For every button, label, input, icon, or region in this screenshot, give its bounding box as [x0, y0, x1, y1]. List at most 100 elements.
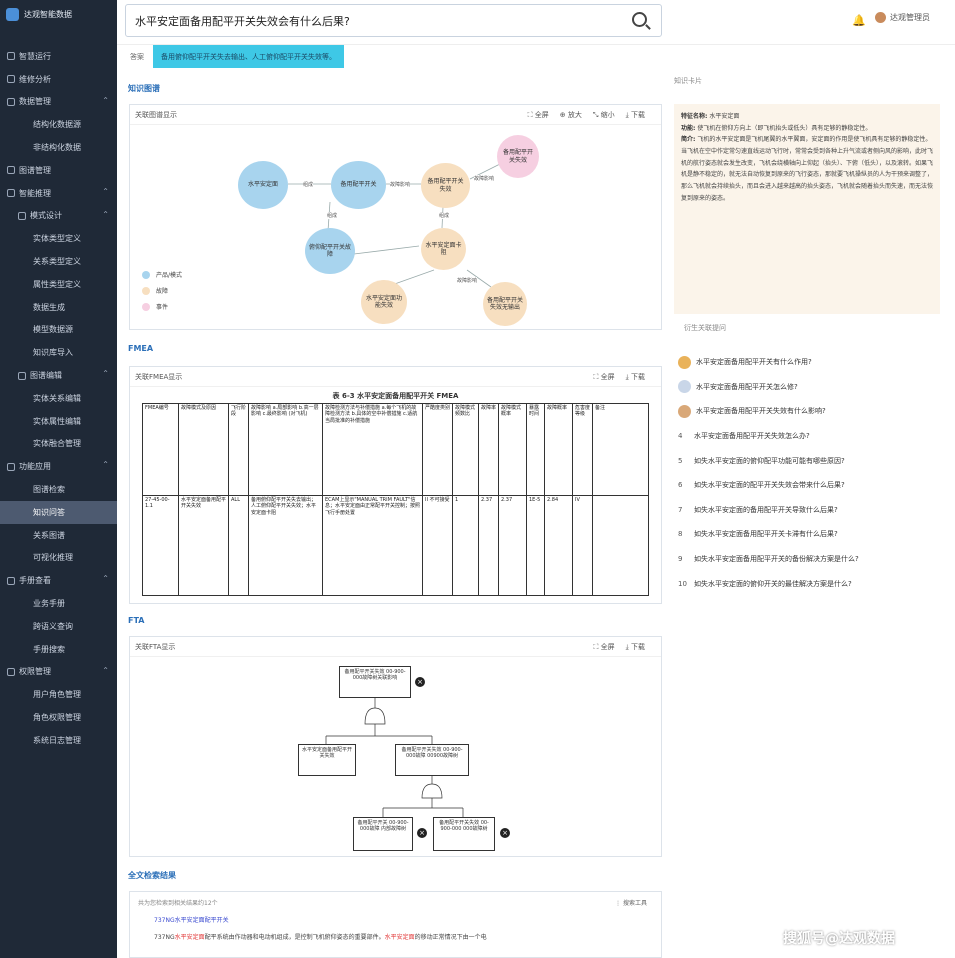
download-button[interactable]: ⤓ 下载: [626, 372, 645, 382]
sidebar-item[interactable]: 跨语义查询: [0, 615, 117, 638]
edge-label: 故障影响: [474, 175, 495, 182]
fmea-table: FMEA编号 故障模式及原因 飞行阶段 故障影响 a.局部影响 b.高一层影响 …: [142, 403, 649, 596]
sidebar-item[interactable]: 智能推理 ⌃: [0, 182, 117, 205]
list-item[interactable]: 5 如失水平安定面的俯仰配平功能可能有哪些原因?: [678, 448, 940, 473]
sidebar-item[interactable]: 系统日志管理: [0, 729, 117, 752]
sidebar-item[interactable]: 实体属性编辑: [0, 410, 117, 433]
sidebar-item[interactable]: 图谱检索: [0, 478, 117, 501]
list-item[interactable]: 7 如失水平安定面的备用配平开关导致什么后果?: [678, 498, 940, 523]
graph-node[interactable]: 水平安定面功能失效: [361, 280, 407, 324]
search-input[interactable]: 水平安定面备用配平开关失效会有什么后果?: [125, 4, 662, 37]
close-icon[interactable]: ×: [500, 828, 510, 838]
sidebar-item[interactable]: 图谱编辑 ⌃: [0, 364, 117, 387]
graph-legend: 产品/模式 故障 事件: [142, 270, 182, 318]
search-tools-button[interactable]: ⋮ 搜索工具: [615, 898, 647, 907]
list-item[interactable]: 水平安定面备用配平开关失效有什么影响?: [678, 399, 940, 424]
sidebar-item[interactable]: 用户角色管理: [0, 683, 117, 706]
fmea-card: 关联FMEA显示 ⛶ 全屏 ⤓ 下载 表 6-3 水平安定面备用配平开关 FME…: [129, 366, 662, 604]
sidebar-item[interactable]: 功能应用 ⌃: [0, 455, 117, 478]
answer-bar: 答案 备用俯仰配平开关失去输出、人工俯仰配平开关失效等。: [130, 45, 344, 68]
table-cell: ALL: [228, 495, 249, 596]
bell-icon[interactable]: 🔔: [852, 14, 866, 27]
fta-event[interactable]: 水平安定面备用配平开关失效: [298, 744, 356, 776]
list-item[interactable]: 水平安定面备用配平开关怎么修?: [678, 375, 940, 400]
list-item[interactable]: 10 如失水平安定面的俯仰开关的最佳解决方案是什么?: [678, 571, 940, 596]
section-title-search: 全文检索结果: [128, 871, 176, 880]
sidebar-item[interactable]: 非结构化数据: [0, 136, 117, 159]
edit-icon: [18, 371, 26, 380]
list-item[interactable]: 水平安定面备用配平开关有什么作用?: [678, 350, 940, 375]
table-cell: 水平安定面备用配平开关失效: [178, 495, 229, 596]
sidebar-item[interactable]: 数据管理 ⌃: [0, 91, 117, 114]
rank-1-icon: [678, 355, 691, 369]
table-cell: 备用俯仰配平开关失去输出；人工俯仰配平开关失效；水平安定面卡阻: [248, 495, 323, 596]
sidebar-item[interactable]: 结构化数据源: [0, 113, 117, 136]
search-result-card: 共为您检索到相关结果约12个 ⋮ 搜索工具 737NG水平安定面配平开关 737…: [129, 891, 662, 958]
edge-label: 故障影响: [457, 277, 478, 284]
related-questions: 水平安定面备用配平开关有什么作用? 水平安定面备用配平开关怎么修? 水平安定面备…: [678, 350, 940, 596]
fmea-header-row: FMEA编号 故障模式及原因 飞行阶段 故障影响 a.局部影响 b.高一层影响 …: [142, 403, 649, 496]
section-title-fmea: FMEA: [128, 344, 154, 353]
sidebar-item-active[interactable]: 知识问答: [0, 500, 117, 524]
sidebar-item[interactable]: 手册查看 ⌃: [0, 569, 117, 592]
search-query: 水平安定面备用配平开关失效会有什么后果?: [135, 14, 350, 28]
sidebar-item[interactable]: 数据生成: [0, 296, 117, 319]
sidebar-item[interactable]: 实体关系编辑: [0, 387, 117, 410]
fta-event[interactable]: 备用配平开关失效 00-900-000 000故障树: [433, 817, 495, 851]
search-result-snippet: 737NG水平安定面配平系统由作动器和电动机组成，是控制飞机俯仰姿态的重要部件。…: [154, 934, 487, 941]
close-icon[interactable]: ×: [415, 677, 425, 687]
header: 水平安定面备用配平开关失效会有什么后果? 🔔 达观管理员: [117, 0, 955, 45]
close-icon[interactable]: ×: [417, 828, 427, 838]
list-item[interactable]: 8 如失水平安定面备用配平开关卡滞有什么后果?: [678, 522, 940, 547]
sidebar-item[interactable]: 关系类型定义: [0, 250, 117, 273]
list-item[interactable]: 6 如失水平安定面的配平开关失效会带来什么后果?: [678, 473, 940, 498]
rank-number: 9: [678, 555, 683, 564]
sidebar-item[interactable]: 可视化推理: [0, 547, 117, 570]
legend-item: 故障: [142, 286, 182, 295]
fmea-card-title: 关联FMEA显示: [130, 367, 661, 387]
table-header: 故障模式频数比: [452, 403, 479, 496]
table-cell: 27-45-00-1.1: [142, 495, 179, 596]
search-icon[interactable]: [632, 12, 647, 27]
chevron-up-icon: ⌃: [102, 209, 109, 219]
table-cell: ECAM上显示"MANUAL TRIM FAULT"信息；水平安定面由正常配平开…: [322, 495, 423, 596]
graph-node[interactable]: 俯仰配平开关故障: [305, 228, 355, 274]
chart-icon: [7, 75, 15, 84]
rank-number: 7: [678, 505, 683, 514]
fta-top-event[interactable]: 备用配平开关失效 00-900-000故障树关联影响: [339, 666, 411, 698]
graph-node[interactable]: 水平安定面: [238, 161, 288, 209]
sidebar-item[interactable]: 实体融合管理: [0, 433, 117, 456]
user-menu[interactable]: 达观管理员: [875, 12, 930, 23]
sidebar-item[interactable]: 角色权限管理: [0, 706, 117, 729]
sidebar-item[interactable]: 业务手册: [0, 592, 117, 615]
sidebar-item[interactable]: 知识库导入: [0, 341, 117, 364]
edge-label: 组成: [327, 212, 338, 219]
graph-node[interactable]: 备用配平开关失效无输出: [483, 282, 527, 326]
logo[interactable]: 达观智能数据: [6, 8, 72, 21]
graph-node[interactable]: 备用配平开关: [331, 161, 386, 209]
search-result-link[interactable]: 737NG水平安定面配平开关: [130, 915, 661, 924]
sidebar-item[interactable]: 关系图谱: [0, 524, 117, 547]
list-item[interactable]: 4 水平安定面备用配平开关失效怎么办?: [678, 424, 940, 449]
list-item[interactable]: 9 如失水平安定面备用配平开关的备份解决方案是什么?: [678, 547, 940, 572]
sidebar-item[interactable]: 模式设计 ⌃: [0, 205, 117, 228]
sidebar-item[interactable]: 实体类型定义: [0, 227, 117, 250]
sidebar-item[interactable]: 属性类型定义: [0, 273, 117, 296]
graph-node[interactable]: 备用配平开关失效: [421, 163, 470, 208]
sidebar-item[interactable]: 维修分析: [0, 68, 117, 91]
fullscreen-button[interactable]: ⛶ 全屏: [594, 372, 615, 382]
edge-label: 故障影响: [390, 181, 411, 188]
table-header: 故障概率: [544, 403, 573, 496]
fta-event[interactable]: 备用配平开关失效 00-900-000故障 00900故障树: [395, 744, 469, 776]
sidebar-item[interactable]: 图谱管理: [0, 159, 117, 182]
sidebar-item[interactable]: 智慧运行: [0, 45, 117, 68]
fta-event[interactable]: 备用配平开关 00-900-000故障 内部故障树: [353, 817, 413, 851]
schema-icon: [18, 211, 26, 220]
graph-node[interactable]: 备用配平开关失效: [497, 135, 539, 178]
table-header: 暴露时间: [526, 403, 545, 496]
chevron-up-icon: ⌃: [102, 665, 109, 675]
sidebar-item[interactable]: 权限管理 ⌃: [0, 661, 117, 684]
sidebar-item[interactable]: 手册搜索: [0, 638, 117, 661]
graph-node[interactable]: 水平安定面卡阻: [421, 228, 466, 270]
sidebar-item[interactable]: 模型数据源: [0, 319, 117, 342]
